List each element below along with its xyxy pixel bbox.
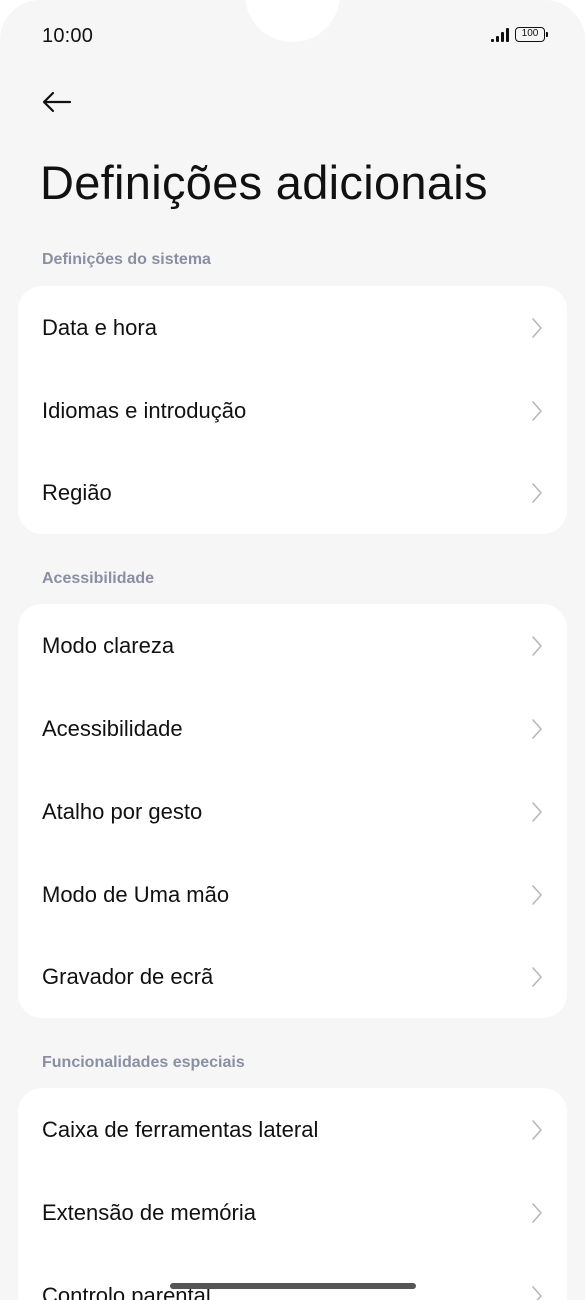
chevron-right-icon xyxy=(532,884,542,905)
settings-item-one-hand-mode[interactable]: Modo de Uma mão xyxy=(18,853,567,936)
settings-item-clarity-mode[interactable]: Modo clareza xyxy=(18,604,567,687)
settings-item-languages-input[interactable]: Idiomas e introdução xyxy=(18,369,567,452)
settings-item-label: Modo clareza xyxy=(42,632,175,658)
settings-item-region[interactable]: Região xyxy=(18,452,567,534)
chevron-right-icon xyxy=(532,967,542,987)
settings-item-date-time[interactable]: Data e hora xyxy=(18,286,567,369)
chevron-right-icon xyxy=(532,718,542,739)
settings-item-label: Região xyxy=(42,480,112,505)
card-accessibility: Modo clareza Acessibilidade Atalho por g… xyxy=(18,604,567,1018)
settings-item-label: Idiomas e introdução xyxy=(42,397,247,423)
section-header-accessibility: Acessibilidade xyxy=(42,570,155,587)
card-system-settings: Data e hora Idiomas e introdução Região xyxy=(18,286,567,534)
chevron-right-icon xyxy=(532,1285,542,1300)
card-special-features: Caixa de ferramentas lateral Extensão de… xyxy=(18,1088,567,1300)
section-header-special-features: Funcionalidades especiais xyxy=(42,1054,245,1071)
chevron-right-icon xyxy=(532,1202,542,1223)
chevron-right-icon xyxy=(532,635,542,656)
page-title: Definições adicionais xyxy=(40,156,488,209)
settings-item-label: Modo de Uma mão xyxy=(42,881,230,907)
settings-item-label: Acessibilidade xyxy=(42,715,183,741)
chevron-right-icon xyxy=(532,400,542,421)
home-indicator-bar[interactable] xyxy=(170,1283,416,1289)
chevron-right-icon xyxy=(532,801,542,822)
settings-item-memory-extension[interactable]: Extensão de memória xyxy=(18,1171,567,1254)
settings-screen: 10:00 100 Definições adicionais Definiçõ… xyxy=(0,0,585,1300)
settings-item-screen-recorder[interactable]: Gravador de ecrã xyxy=(18,936,567,1018)
settings-item-label: Gravador de ecrã xyxy=(42,964,214,989)
settings-item-label: Atalho por gesto xyxy=(42,798,203,824)
settings-item-label: Caixa de ferramentas lateral xyxy=(42,1116,319,1142)
back-button[interactable] xyxy=(34,80,78,124)
chevron-right-icon xyxy=(532,317,542,338)
settings-item-label: Extensão de memória xyxy=(42,1199,256,1225)
chevron-right-icon xyxy=(532,483,542,503)
settings-item-accessibility[interactable]: Acessibilidade xyxy=(18,687,567,770)
settings-item-side-toolbox[interactable]: Caixa de ferramentas lateral xyxy=(18,1088,567,1171)
chevron-right-icon xyxy=(532,1119,542,1140)
status-icons: 100 xyxy=(491,27,548,42)
settings-item-parental-control[interactable]: Controlo parental xyxy=(18,1254,567,1300)
settings-item-gesture-shortcut[interactable]: Atalho por gesto xyxy=(18,770,567,853)
status-time: 10:00 xyxy=(42,25,94,47)
section-header-system: Definições do sistema xyxy=(42,251,211,268)
settings-item-label: Data e hora xyxy=(42,314,157,340)
status-bar: 10:00 100 xyxy=(0,0,585,72)
battery-icon: 100 xyxy=(515,27,548,42)
back-arrow-icon xyxy=(42,91,72,113)
signal-icon xyxy=(491,27,509,42)
